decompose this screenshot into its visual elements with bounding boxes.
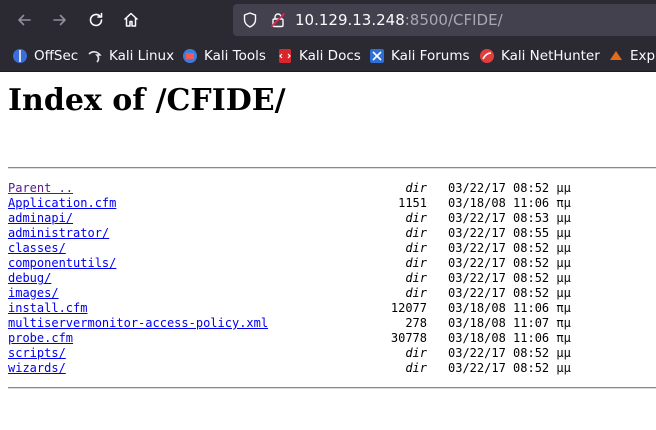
home-icon — [123, 12, 139, 27]
listing-row: wizards/dir 03/22/17 08:52 μμ — [8, 361, 656, 376]
file-date: 03/22/17 08:52 μμ — [448, 241, 571, 255]
url-bar[interactable]: 10.129.13.248:8500/CFIDE/ — [233, 4, 656, 36]
file-link[interactable]: adminapi/ — [8, 211, 73, 226]
bookmark-kali-tools[interactable]: Kali Tools — [182, 40, 266, 71]
file-link[interactable]: componentutils/ — [8, 256, 116, 271]
url-host: 10.129.13.248 — [295, 11, 405, 29]
file-link[interactable]: probe.cfm — [8, 331, 73, 346]
file-size: dir — [405, 286, 427, 300]
file-date: 03/22/17 08:55 μμ — [448, 226, 571, 240]
bookmark-label: Kali Linux — [109, 47, 175, 64]
file-size: 30778 — [390, 331, 427, 345]
exploit-db-icon — [610, 50, 622, 60]
file-size: dir — [405, 226, 427, 240]
listing-row: classes/dir 03/22/17 08:52 μμ — [8, 241, 656, 256]
file-size: dir — [405, 271, 427, 285]
file-date: 03/18/08 11:06 πμ — [448, 196, 571, 210]
file-date: 03/18/08 11:06 πμ — [448, 301, 571, 315]
file-link[interactable]: Application.cfm — [8, 196, 116, 211]
file-date: 03/18/08 11:07 πμ — [448, 316, 571, 330]
listing-row: multiservermonitor-access-policy.xml 278 0… — [8, 316, 656, 331]
file-date: 03/22/17 08:52 μμ — [448, 256, 571, 270]
divider-top — [8, 167, 656, 169]
file-link[interactable]: install.cfm — [8, 301, 87, 316]
file-date: 03/22/17 08:52 μμ — [448, 346, 571, 360]
file-size: dir — [405, 346, 427, 360]
file-size: dir — [405, 256, 427, 270]
bookmark-label: Kali Docs — [299, 47, 361, 64]
url-text[interactable]: 10.129.13.248:8500/CFIDE/ — [295, 4, 503, 36]
file-link[interactable]: scripts/ — [8, 346, 66, 361]
file-date: 03/22/17 08:53 μμ — [448, 211, 571, 225]
file-size: 12077 — [390, 301, 427, 315]
file-link[interactable]: classes/ — [8, 241, 66, 256]
listing-row: install.cfm 12077 03/18/08 11:06 πμ — [8, 301, 656, 316]
bookmark-offsec[interactable]: OffSec — [12, 40, 78, 71]
bookmark-label: Kali Tools — [204, 47, 266, 64]
file-link[interactable]: images/ — [8, 286, 59, 301]
file-link[interactable]: Parent .. — [8, 181, 73, 196]
file-date: 03/22/17 08:52 μμ — [448, 361, 571, 375]
page-title: Index of /CFIDE/ — [8, 83, 286, 118]
file-date: 03/18/08 11:06 πμ — [448, 331, 571, 345]
bookmark-exploit-db[interactable]: Expl — [608, 40, 656, 71]
file-date: 03/22/17 08:52 μμ — [448, 181, 571, 195]
bookmark-kali-docs[interactable]: Kali Docs — [277, 40, 361, 71]
bookmark-label: OffSec — [34, 47, 79, 64]
kali-tools-icon — [183, 48, 197, 63]
listing-row: images/dir 03/22/17 08:52 μμ — [8, 286, 656, 301]
file-link[interactable]: wizards/ — [8, 361, 66, 376]
file-date: 03/22/17 08:52 μμ — [448, 286, 571, 300]
file-size: dir — [405, 181, 427, 195]
bookmark-kali-forums[interactable]: Kali Forums — [369, 40, 470, 71]
reload-icon — [89, 12, 103, 27]
listing-row: administrator/dir 03/22/17 08:55 μμ — [8, 226, 656, 241]
kali-dragon-icon — [88, 50, 102, 63]
url-path: :8500/CFIDE/ — [404, 11, 503, 29]
reload-button[interactable] — [84, 8, 108, 32]
kali-docs-icon — [279, 48, 291, 63]
back-button[interactable] — [12, 8, 36, 32]
kali-nethunter-icon — [480, 48, 494, 63]
insecure-lock-icon[interactable] — [269, 11, 287, 29]
file-size: 278 — [405, 316, 427, 330]
listing-row: Application.cfm 1151 03/18/08 11:06 πμ — [8, 196, 656, 211]
browser-toolbar: 10.129.13.248:8500/CFIDE/ — [0, 0, 656, 40]
forward-button[interactable] — [48, 8, 72, 32]
bookmark-kali-linux[interactable]: Kali Linux — [87, 40, 174, 71]
listing-row: probe.cfm 30778 03/18/08 11:06 πμ — [8, 331, 656, 346]
directory-listing: Parent .. dir 03/22/17 08:52 μμ Application… — [8, 181, 656, 376]
listing-row: Parent .. dir 03/22/17 08:52 μμ — [8, 181, 656, 196]
file-link[interactable]: administrator/ — [8, 226, 109, 241]
kali-forums-icon — [370, 48, 384, 63]
divider-bottom — [8, 387, 656, 389]
bookmark-label: Expl — [630, 47, 656, 64]
bookmark-label: Kali Forums — [391, 47, 470, 64]
file-size: dir — [405, 211, 427, 225]
file-link[interactable]: multiservermonitor-access-policy.xml — [8, 316, 268, 331]
bookmarks-toolbar: OffSec Kali Linux Kali Tools Kali Docs K… — [0, 40, 656, 72]
bookmark-kali-nethunter[interactable]: Kali NetHunter — [479, 40, 600, 71]
arrow-left-icon — [18, 14, 31, 26]
file-size: 1151 — [398, 196, 427, 210]
bookmark-label: Kali NetHunter — [501, 47, 600, 64]
offsec-icon — [13, 48, 27, 63]
listing-row: componentutils/dir 03/22/17 08:52 μμ — [8, 256, 656, 271]
listing-row: adminapi/dir 03/22/17 08:53 μμ — [8, 211, 656, 226]
file-link[interactable]: debug/ — [8, 271, 51, 286]
listing-row: debug/dir 03/22/17 08:52 μμ — [8, 271, 656, 286]
file-date: 03/22/17 08:52 μμ — [448, 271, 571, 285]
arrow-right-icon — [53, 14, 66, 26]
home-button[interactable] — [119, 8, 143, 32]
shield-icon[interactable] — [241, 11, 259, 29]
file-size: dir — [405, 361, 427, 375]
listing-row: scripts/dir 03/22/17 08:52 μμ — [8, 346, 656, 361]
file-size: dir — [405, 241, 427, 255]
